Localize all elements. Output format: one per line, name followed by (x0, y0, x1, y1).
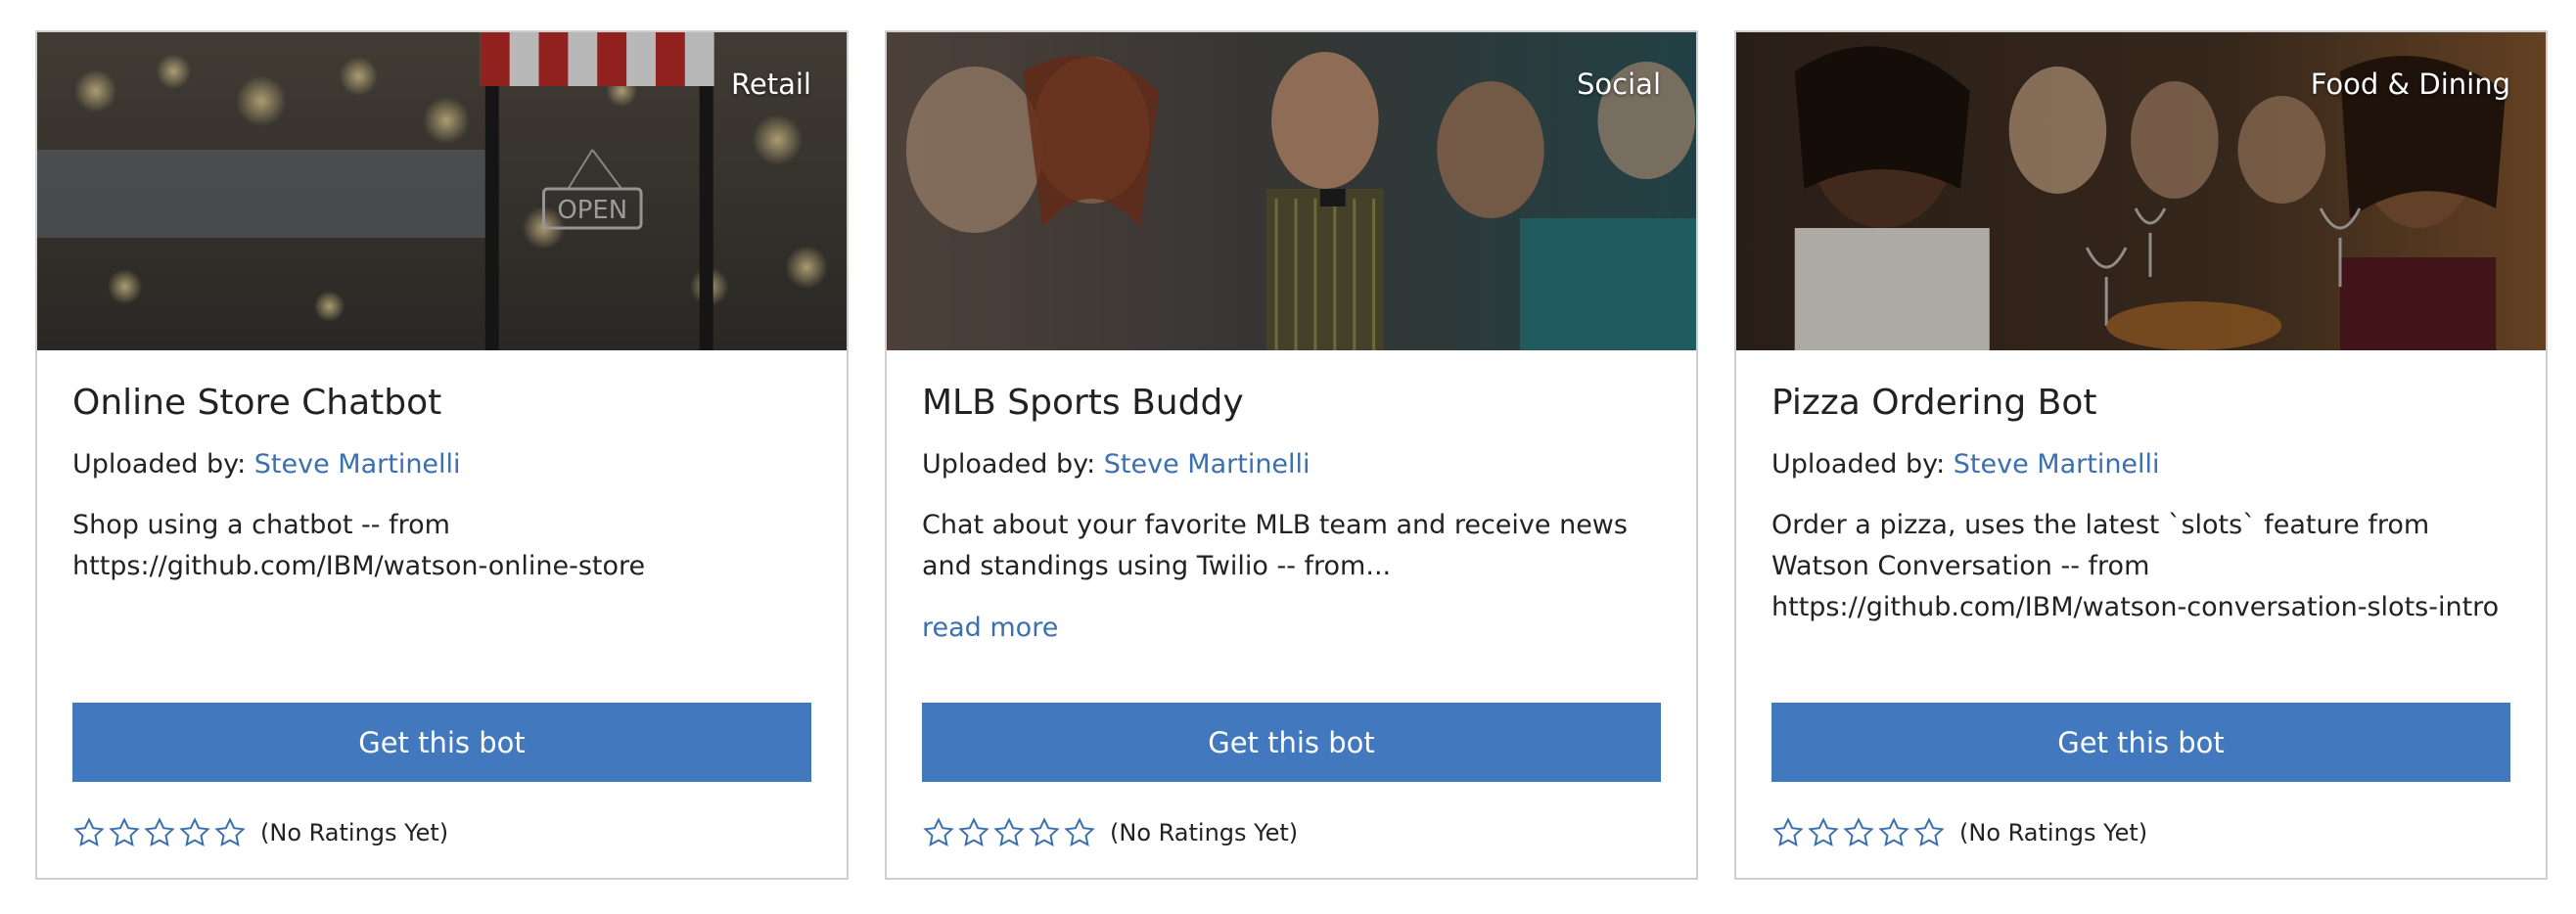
star-outline-icon[interactable] (1877, 816, 1910, 849)
category-label: Social (1577, 68, 1661, 101)
star-outline-icon[interactable] (1912, 816, 1946, 849)
rating: (No Ratings Yet) (72, 816, 448, 849)
rating-stars[interactable] (1771, 816, 1946, 849)
uploaded-by-label: Uploaded by: (922, 449, 1104, 480)
card-description: Chat about your favorite MLB team and re… (922, 510, 1628, 582)
rating-text: (No Ratings Yet) (1110, 819, 1299, 846)
get-this-bot-button[interactable]: Get this bot (922, 703, 1661, 782)
star-outline-icon[interactable] (957, 816, 990, 849)
uploaded-by: Uploaded by: Steve Martinelli (922, 449, 1661, 480)
read-more-link[interactable]: read more (922, 613, 1058, 643)
star-outline-icon[interactable] (922, 816, 955, 849)
star-outline-icon[interactable] (1028, 816, 1061, 849)
uploaded-by-label: Uploaded by: (72, 449, 254, 480)
star-outline-icon[interactable] (72, 816, 106, 849)
card-hero-image: Food & Dining (1736, 32, 2546, 350)
author-link[interactable]: Steve Martinelli (1104, 449, 1311, 480)
card-title: Online Store Chatbot (72, 383, 442, 423)
rating-stars[interactable] (72, 816, 247, 849)
category-label: Food & Dining (2310, 68, 2510, 101)
card-description: Order a pizza, uses the latest `slots` f… (1771, 510, 2500, 623)
card-title: Pizza Ordering Bot (1771, 383, 2097, 423)
rating-stars[interactable] (922, 816, 1096, 849)
card-hero-image: OPEN Retail (37, 32, 847, 350)
get-this-bot-button[interactable]: Get this bot (72, 703, 811, 782)
star-outline-icon[interactable] (108, 816, 141, 849)
star-outline-icon[interactable] (992, 816, 1026, 849)
rating: (No Ratings Yet) (922, 816, 1298, 849)
bot-card-pizza-ordering: Food & Dining Pizza Ordering Bot Uploade… (1734, 30, 2548, 880)
card-body: Online Store Chatbot Uploaded by: Steve … (37, 350, 847, 880)
rating-text: (No Ratings Yet) (1959, 819, 2148, 846)
author-link[interactable]: Steve Martinelli (1954, 449, 2160, 480)
star-outline-icon[interactable] (1807, 816, 1840, 849)
rating-text: (No Ratings Yet) (260, 819, 449, 846)
card-description: Shop using a chatbot -- from https://git… (72, 510, 646, 582)
star-outline-icon[interactable] (213, 816, 247, 849)
bot-catalog: OPEN Retail Online Store Chatbot Uploade… (0, 0, 2576, 914)
uploaded-by: Uploaded by: Steve Martinelli (72, 449, 811, 480)
card-title: MLB Sports Buddy (922, 383, 1244, 423)
star-outline-icon[interactable] (1063, 816, 1096, 849)
star-outline-icon[interactable] (1842, 816, 1875, 849)
author-link[interactable]: Steve Martinelli (254, 449, 461, 480)
category-label: Retail (731, 68, 811, 101)
uploaded-by: Uploaded by: Steve Martinelli (1771, 449, 2510, 480)
uploaded-by-label: Uploaded by: (1771, 449, 1954, 480)
get-this-bot-button[interactable]: Get this bot (1771, 703, 2510, 782)
card-body: Pizza Ordering Bot Uploaded by: Steve Ma… (1736, 350, 2546, 880)
card-hero-image: Social (887, 32, 1696, 350)
star-outline-icon[interactable] (143, 816, 176, 849)
rating: (No Ratings Yet) (1771, 816, 2147, 849)
bot-card-online-store: OPEN Retail Online Store Chatbot Uploade… (35, 30, 849, 880)
star-outline-icon[interactable] (1771, 816, 1805, 849)
star-outline-icon[interactable] (178, 816, 211, 849)
bot-card-mlb-sports-buddy: Social MLB Sports Buddy Uploaded by: Ste… (885, 30, 1698, 880)
card-body: MLB Sports Buddy Uploaded by: Steve Mart… (887, 350, 1696, 880)
